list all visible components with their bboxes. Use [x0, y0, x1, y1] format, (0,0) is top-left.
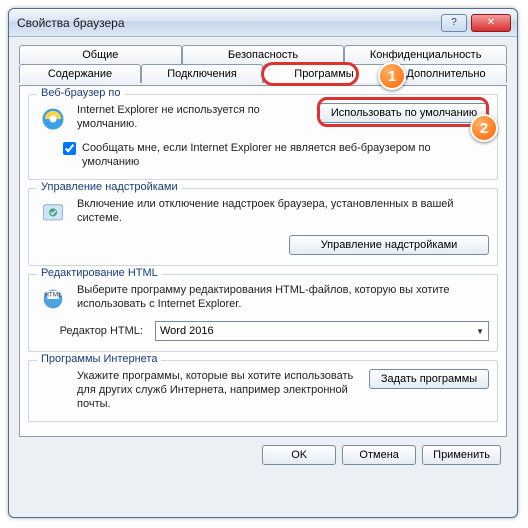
callout-1: 1: [378, 62, 406, 90]
html-editor-text: Выберите программу редактирования HTML-ф…: [77, 283, 489, 311]
html-editor-select[interactable]: Word 2016: [155, 321, 489, 341]
dialog-footer: OK Отмена Применить: [19, 437, 507, 465]
callout-2: 2: [470, 114, 498, 142]
notify-checkbox-label: Сообщать мне, если Internet Explorer не …: [82, 141, 489, 169]
html-editor-label: Редактор HTML:: [37, 324, 147, 338]
addons-text: Включение или отключение надстроек брауз…: [77, 197, 489, 225]
svg-text:HTML: HTML: [44, 292, 62, 299]
tab-strip: Общие Безопасность Конфиденциальность Со…: [19, 45, 507, 85]
titlebar: Свойства браузера ? ✕: [9, 9, 517, 37]
highlight-set-default: [317, 97, 489, 127]
group-default-browser: Веб-браузер по Internet Explorer не испо…: [28, 94, 498, 180]
cancel-button[interactable]: Отмена: [342, 445, 416, 465]
close-button[interactable]: ✕: [471, 14, 511, 32]
tab-panel: Веб-браузер по Internet Explorer не испо…: [19, 85, 507, 437]
html-icon: HTML: [37, 283, 69, 315]
html-editor-value: Word 2016: [160, 325, 214, 337]
group-legend: Программы Интернета: [37, 353, 161, 365]
group-legend: Управление надстройками: [37, 181, 182, 193]
group-legend: Редактирование HTML: [37, 267, 162, 279]
help-button[interactable]: ?: [441, 14, 467, 32]
tab-connections[interactable]: Подключения: [141, 64, 263, 83]
internet-programs-text: Укажите программы, которые вы хотите исп…: [77, 369, 361, 411]
dialog-window: Свойства браузера ? ✕ Общие Безопасность…: [8, 8, 518, 518]
set-programs-button[interactable]: Задать программы: [369, 369, 489, 389]
notify-checkbox[interactable]: [63, 142, 76, 155]
manage-addons-button[interactable]: Управление надстройками: [289, 235, 489, 255]
tab-content[interactable]: Содержание: [19, 64, 141, 83]
ok-button[interactable]: OK: [262, 445, 336, 465]
group-internet-programs: Программы Интернета Укажите программы, к…: [28, 360, 498, 422]
window-title: Свойства браузера: [15, 16, 437, 30]
default-browser-text: Internet Explorer не используется по умо…: [77, 103, 311, 131]
tab-general[interactable]: Общие: [19, 45, 182, 64]
ie-icon: [37, 103, 69, 135]
gear-icon: [37, 197, 69, 229]
group-html-editor: Редактирование HTML HTML Выберите програ…: [28, 274, 498, 352]
group-addons: Управление надстройками Включение или от…: [28, 188, 498, 266]
apply-button[interactable]: Применить: [422, 445, 501, 465]
highlight-tab: [261, 62, 359, 86]
tab-privacy[interactable]: Конфиденциальность: [344, 45, 507, 64]
group-legend: Веб-браузер по: [37, 87, 125, 99]
